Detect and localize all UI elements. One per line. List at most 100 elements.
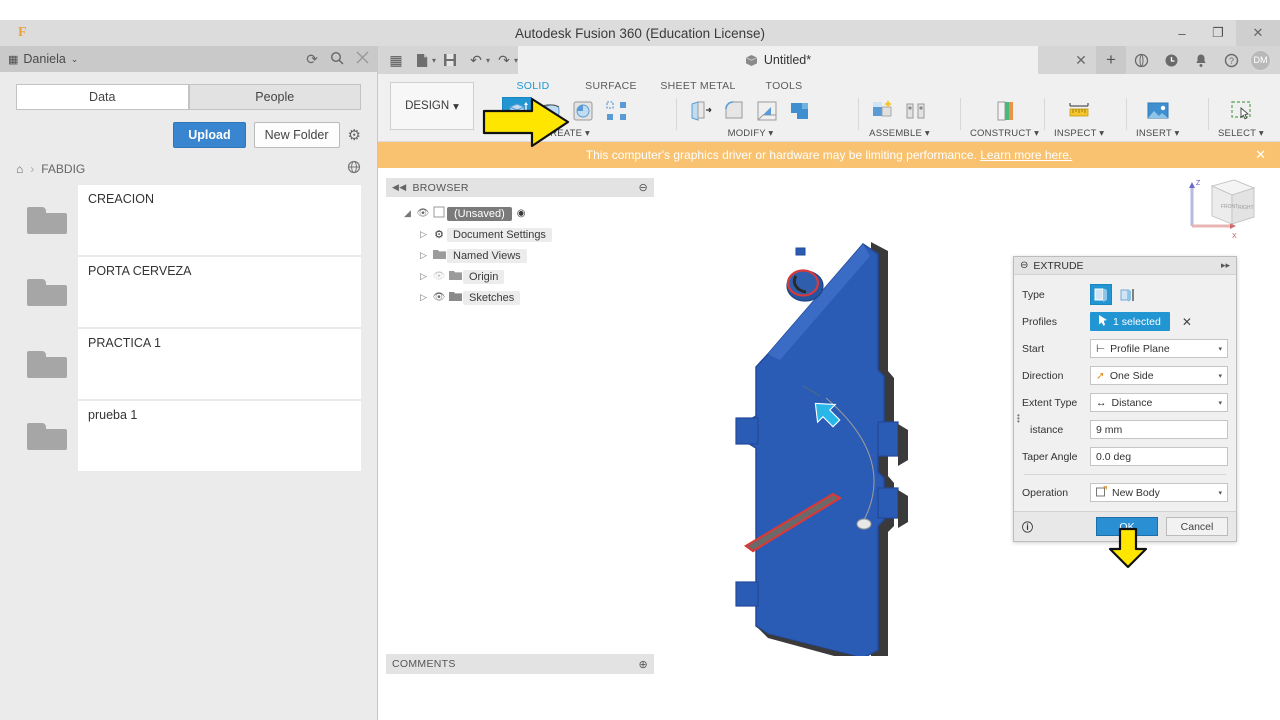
comments-panel-header[interactable]: COMMENTS ⊕ <box>386 654 654 674</box>
sweep-icon[interactable] <box>568 97 598 125</box>
tab-sheet-metal[interactable]: SHEET METAL <box>652 80 744 92</box>
tree-node-named-views[interactable]: ▷ Named Views <box>386 245 654 266</box>
globe-icon[interactable] <box>347 160 361 177</box>
add-comment-icon[interactable]: ⊕ <box>638 658 648 671</box>
new-tab-button[interactable]: + <box>1096 46 1126 74</box>
avatar[interactable]: DM <box>1250 49 1271 71</box>
shell-icon[interactable] <box>752 97 782 125</box>
user-name[interactable]: Daniela <box>23 52 65 66</box>
close-tab-button[interactable]: ✕ <box>1066 46 1096 74</box>
undo-icon[interactable]: ↶ <box>464 48 488 72</box>
expand-triangle-icon[interactable]: ▷ <box>416 292 431 303</box>
collapse-icon[interactable]: ⊖ <box>1020 260 1028 271</box>
new-file-icon[interactable] <box>410 48 434 72</box>
insert-image-icon[interactable] <box>1143 97 1173 125</box>
redo-icon[interactable]: ↷ <box>492 48 516 72</box>
folder-name[interactable]: CREACION <box>78 185 361 255</box>
tree-node-unsaved[interactable]: ◢ 👁 (Unsaved) ◉ <box>386 203 654 224</box>
profiles-selection[interactable]: 1 selected <box>1090 312 1170 331</box>
expand-triangle-icon[interactable]: ▷ <box>416 229 431 240</box>
minimize-button[interactable]: – <box>1164 20 1200 46</box>
tree-node-origin[interactable]: ▷ 👁 Origin <box>386 266 654 287</box>
tree-node-label: (Unsaved) <box>447 206 512 221</box>
save-icon[interactable] <box>438 48 462 72</box>
extrude-dialog[interactable]: ⊖ EXTRUDE ▸▸ Type Profiles 1 selected ✕ … <box>1013 256 1237 542</box>
upload-button[interactable]: Upload <box>173 122 246 148</box>
folder-icon <box>447 270 463 284</box>
list-item[interactable]: PORTA CERVEZA <box>16 257 361 327</box>
viewcube-z-label: Z <box>1196 180 1201 187</box>
eye-icon[interactable]: 👁 <box>431 292 447 303</box>
new-component-icon[interactable] <box>868 97 898 125</box>
direction-dropdown[interactable]: ➚ One Side ▾ <box>1090 366 1228 385</box>
breadcrumb-project[interactable]: FABDIG <box>41 162 85 176</box>
tree-node-document-settings[interactable]: ▷ ⚙ Document Settings <box>386 224 654 245</box>
apps-grid-icon[interactable]: ▦ <box>384 48 408 72</box>
chevron-down-icon[interactable]: ⌄ <box>71 54 79 65</box>
tab-people[interactable]: People <box>188 84 361 110</box>
chevron-down-icon[interactable]: ▾ <box>432 56 436 65</box>
close-panel-icon[interactable] <box>356 51 369 67</box>
fillet-icon[interactable] <box>719 97 749 125</box>
operation-dropdown[interactable]: New Body ▾ <box>1090 483 1228 502</box>
view-cube[interactable]: Z X FRONT RIGHT <box>1172 174 1264 252</box>
pattern-icon[interactable] <box>601 97 631 125</box>
help-icon[interactable]: ? <box>1216 46 1246 74</box>
folder-name[interactable]: prueba 1 <box>78 401 361 471</box>
combine-icon[interactable] <box>785 97 815 125</box>
distance-input[interactable]: 9 mm <box>1090 420 1228 439</box>
drag-handle[interactable]: • • • <box>1017 412 1020 426</box>
folder-name[interactable]: PRACTICA 1 <box>78 329 361 399</box>
tab-surface[interactable]: SURFACE <box>570 80 652 92</box>
clear-selection-icon[interactable]: ✕ <box>1182 315 1192 329</box>
workspace-switcher[interactable]: DESIGN ▾ <box>390 82 474 130</box>
folder-name[interactable]: PORTA CERVEZA <box>78 257 361 327</box>
gear-icon[interactable]: ⚙ <box>348 126 361 144</box>
chevron-down-icon[interactable]: ▾ <box>486 56 490 65</box>
tab-solid[interactable]: SOLID <box>496 80 570 92</box>
list-item[interactable]: CREACION <box>16 185 361 255</box>
radio-active-icon[interactable]: ◉ <box>517 208 526 219</box>
refresh-icon[interactable]: ⟳ <box>306 51 318 68</box>
chevron-down-icon: ▾ <box>1218 489 1222 497</box>
eye-hidden-icon[interactable]: 👁 <box>431 271 447 282</box>
clock-icon[interactable] <box>1156 46 1186 74</box>
construction-plane-icon[interactable] <box>990 97 1020 125</box>
tab-tools[interactable]: TOOLS <box>744 80 824 92</box>
close-window-button[interactable]: ✕ <box>1236 20 1280 46</box>
learn-more-link[interactable]: Learn more here. <box>980 148 1072 162</box>
home-icon[interactable]: ⌂ <box>16 162 23 176</box>
chevron-down-icon: ▾ <box>1218 345 1222 353</box>
extent-type-dropdown[interactable]: ↔ Distance ▾ <box>1090 393 1228 412</box>
taper-angle-input[interactable]: 0.0 deg <box>1090 447 1228 466</box>
chevron-down-icon[interactable]: ▾ <box>514 56 518 65</box>
search-icon[interactable] <box>330 51 344 68</box>
new-folder-button[interactable]: New Folder <box>253 122 340 148</box>
list-item[interactable]: prueba 1 <box>16 401 361 471</box>
press-pull-icon[interactable] <box>686 97 716 125</box>
expand-icon[interactable]: ▸▸ <box>1221 260 1230 271</box>
document-tab[interactable]: Untitled* <box>518 46 1038 74</box>
start-dropdown[interactable]: ⊢ Profile Plane ▾ <box>1090 339 1228 358</box>
measure-icon[interactable] <box>1064 97 1094 125</box>
browser-dot-icon[interactable]: ⊖ <box>638 181 648 194</box>
joint-icon[interactable] <box>901 97 931 125</box>
eye-icon[interactable]: 👁 <box>415 208 431 219</box>
tree-node-sketches[interactable]: ▷ 👁 Sketches <box>386 287 654 308</box>
select-icon[interactable] <box>1226 97 1256 125</box>
type-profile-button[interactable] <box>1090 284 1112 305</box>
close-icon[interactable]: ✕ <box>1255 147 1266 163</box>
tab-data[interactable]: Data <box>16 84 189 110</box>
list-item[interactable]: PRACTICA 1 <box>16 329 361 399</box>
info-icon[interactable]: ⓘ <box>1022 519 1033 535</box>
collapse-icon[interactable]: ◀◀ <box>392 182 406 193</box>
expand-triangle-icon[interactable]: ◢ <box>400 208 415 219</box>
expand-triangle-icon[interactable]: ▷ <box>416 250 431 261</box>
type-thin-extrude-button[interactable] <box>1116 284 1138 305</box>
globe-icon[interactable] <box>1126 46 1156 74</box>
cancel-button[interactable]: Cancel <box>1166 517 1228 536</box>
maximize-button[interactable]: ❐ <box>1200 20 1236 46</box>
warning-message: This computer's graphics driver or hardw… <box>585 148 977 162</box>
expand-triangle-icon[interactable]: ▷ <box>416 271 431 282</box>
bell-icon[interactable] <box>1186 46 1216 74</box>
